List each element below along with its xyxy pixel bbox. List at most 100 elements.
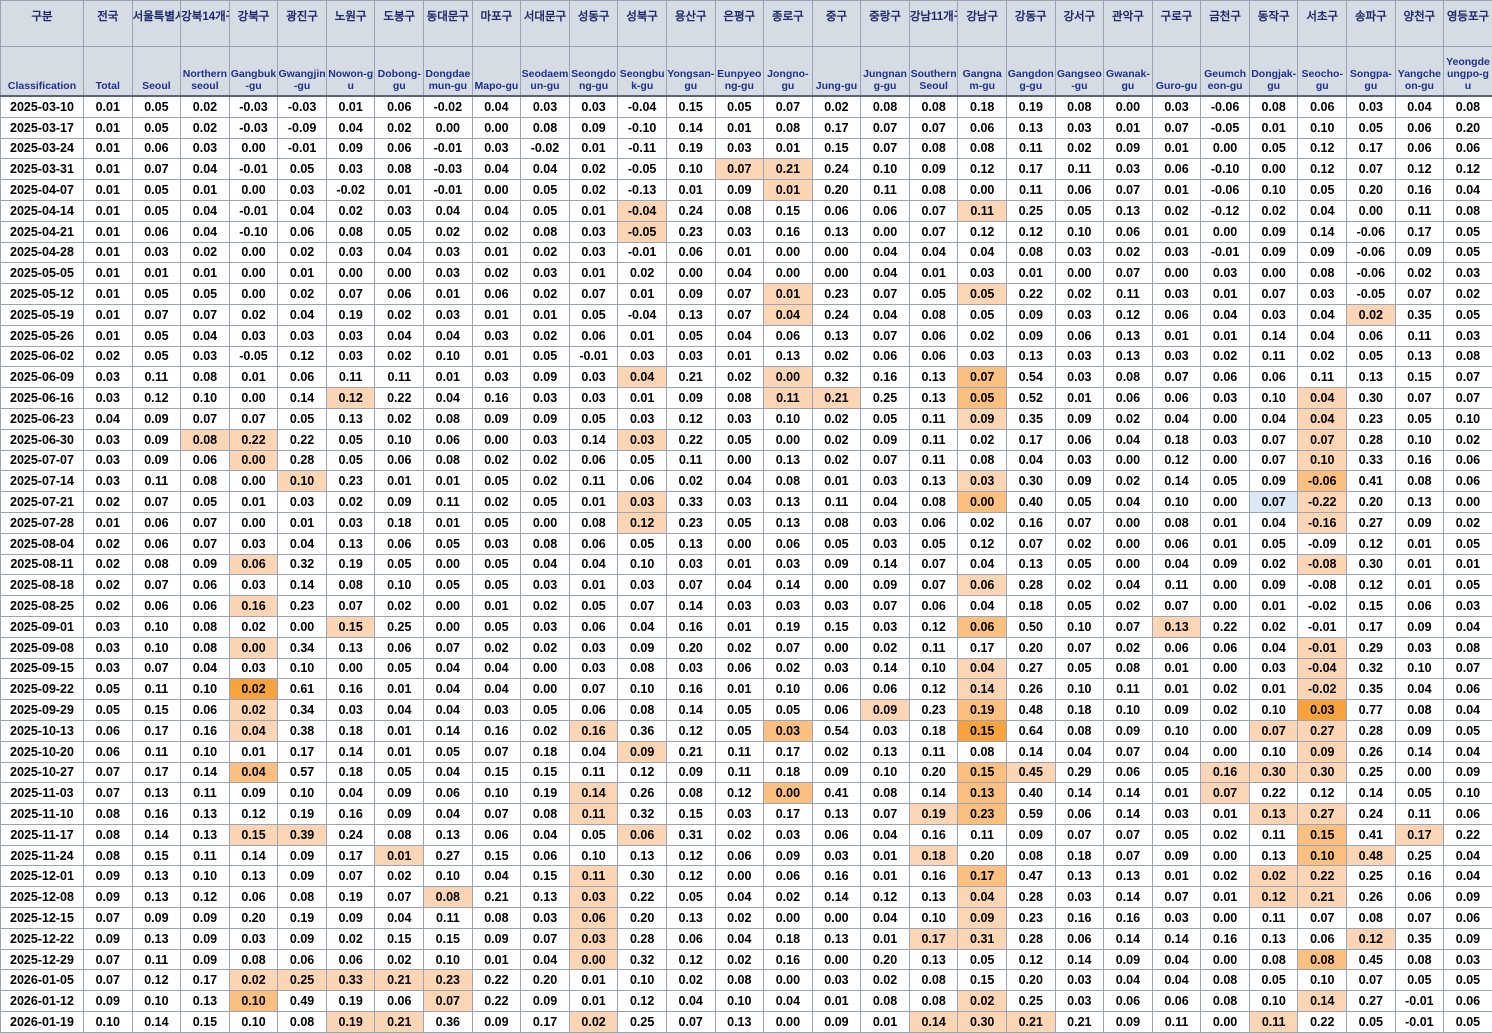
value-cell: 0.04 <box>1104 492 1153 513</box>
value-cell: 0.09 <box>1006 325 1055 346</box>
value-cell: 0.00 <box>472 180 521 201</box>
value-cell: 0.05 <box>569 408 618 429</box>
value-cell: 0.00 <box>1104 512 1153 533</box>
weekly-change-table: 구분전국서울특별시강북14개구강북구광진구노원구도봉구동대문구마포구서대문구성동… <box>0 0 1492 1033</box>
value-cell: 0.07 <box>1104 741 1153 762</box>
value-cell: 0.07 <box>1298 908 1347 929</box>
value-cell: 0.03 <box>472 700 521 721</box>
value-cell: 0.03 <box>472 367 521 388</box>
value-cell: 0.07 <box>861 450 910 471</box>
value-cell: 0.10 <box>375 575 424 596</box>
value-cell: 0.06 <box>1104 388 1153 409</box>
value-cell: 0.02 <box>326 200 375 221</box>
value-cell: 0.17 <box>1347 616 1396 637</box>
value-cell: 0.08 <box>181 637 230 658</box>
value-cell: 0.15 <box>326 616 375 637</box>
value-cell: 0.34 <box>278 700 327 721</box>
value-cell: 0.09 <box>909 159 958 180</box>
value-cell: 0.07 <box>861 284 910 305</box>
value-cell: 0.01 <box>326 96 375 117</box>
value-cell: 0.05 <box>326 450 375 471</box>
table-row: 2025-04-280.010.030.020.000.020.030.040.… <box>1 242 1492 263</box>
value-cell: -0.02 <box>1298 679 1347 700</box>
value-cell: 0.03 <box>861 616 910 637</box>
value-cell: 0.01 <box>1249 596 1298 617</box>
value-cell: 0.03 <box>666 346 715 367</box>
table-row: 2025-10-200.060.110.100.010.170.140.010.… <box>1 741 1492 762</box>
value-cell: 0.20 <box>1006 970 1055 991</box>
table-row: 2025-04-140.010.050.04-0.010.040.020.030… <box>1 200 1492 221</box>
value-cell: 0.35 <box>1347 679 1396 700</box>
value-cell: 0.06 <box>1444 991 1492 1012</box>
column-header-kr: 성동구 <box>569 1 618 47</box>
value-cell: 0.06 <box>1444 450 1492 471</box>
value-cell: 0.16 <box>569 720 618 741</box>
value-cell: 0.03 <box>715 596 764 617</box>
value-cell: 0.09 <box>181 554 230 575</box>
table-row: 2025-06-300.030.090.080.220.220.050.100.… <box>1 429 1492 450</box>
value-cell: -0.01 <box>569 346 618 367</box>
value-cell: 0.00 <box>1201 845 1250 866</box>
value-cell: 0.16 <box>1006 512 1055 533</box>
value-cell: 0.03 <box>472 138 521 159</box>
value-cell: 0.12 <box>958 159 1007 180</box>
value-cell: 0.13 <box>666 908 715 929</box>
value-cell: 0.05 <box>715 96 764 117</box>
value-cell: 0.08 <box>521 533 570 554</box>
value-cell: -0.03 <box>278 96 327 117</box>
table-row: 2025-11-100.080.160.130.120.190.160.090.… <box>1 804 1492 825</box>
value-cell: 0.07 <box>424 991 473 1012</box>
value-cell: 0.18 <box>958 96 1007 117</box>
value-cell: 0.05 <box>132 96 181 117</box>
value-cell: 0.05 <box>132 346 181 367</box>
value-cell: 0.05 <box>132 180 181 201</box>
value-cell: 0.07 <box>229 408 278 429</box>
value-cell: 0.21 <box>764 159 813 180</box>
value-cell: 0.11 <box>569 471 618 492</box>
value-cell: 0.07 <box>715 284 764 305</box>
value-cell: 0.02 <box>1249 200 1298 221</box>
value-cell: 0.07 <box>909 200 958 221</box>
value-cell: 0.00 <box>764 367 813 388</box>
value-cell: 0.00 <box>229 180 278 201</box>
value-cell: 0.11 <box>132 949 181 970</box>
value-cell: 0.08 <box>181 429 230 450</box>
value-cell: 0.10 <box>1055 679 1104 700</box>
value-cell: 0.05 <box>84 679 133 700</box>
value-cell: 0.09 <box>1249 575 1298 596</box>
column-header-en: Yeongdeungpo-gu <box>1444 47 1492 97</box>
value-cell: 0.06 <box>181 450 230 471</box>
value-cell: 0.10 <box>1298 450 1347 471</box>
value-cell: 0.01 <box>1152 221 1201 242</box>
value-cell: 0.05 <box>1444 720 1492 741</box>
value-cell: 0.09 <box>326 908 375 929</box>
value-cell: -0.02 <box>424 96 473 117</box>
value-cell: 0.06 <box>1152 533 1201 554</box>
value-cell: 0.19 <box>326 1012 375 1033</box>
value-cell: 0.00 <box>764 429 813 450</box>
value-cell: 0.01 <box>909 263 958 284</box>
value-cell: -0.22 <box>1298 492 1347 513</box>
value-cell: 0.06 <box>1055 429 1104 450</box>
value-cell: 0.03 <box>666 554 715 575</box>
date-cell: 2025-03-10 <box>1 96 84 117</box>
value-cell: 0.12 <box>1006 221 1055 242</box>
value-cell: 0.06 <box>1104 221 1153 242</box>
value-cell: 0.18 <box>375 512 424 533</box>
value-cell: 0.01 <box>84 96 133 117</box>
value-cell: 0.04 <box>375 325 424 346</box>
value-cell: 0.45 <box>1347 949 1396 970</box>
value-cell: 0.09 <box>1201 554 1250 575</box>
value-cell: 0.10 <box>181 866 230 887</box>
value-cell: 0.04 <box>1298 325 1347 346</box>
value-cell: 0.01 <box>1395 533 1444 554</box>
value-cell: 0.15 <box>181 1012 230 1033</box>
value-cell: 0.07 <box>472 804 521 825</box>
value-cell: 0.03 <box>84 471 133 492</box>
value-cell: 0.08 <box>909 138 958 159</box>
column-header-en: Seodaemun-gu <box>521 47 570 97</box>
table-row: 2025-06-090.030.110.080.010.060.110.110.… <box>1 367 1492 388</box>
date-cell: 2026-01-05 <box>1 970 84 991</box>
value-cell: 0.08 <box>715 970 764 991</box>
table-row: 2025-04-210.010.060.04-0.100.060.080.050… <box>1 221 1492 242</box>
